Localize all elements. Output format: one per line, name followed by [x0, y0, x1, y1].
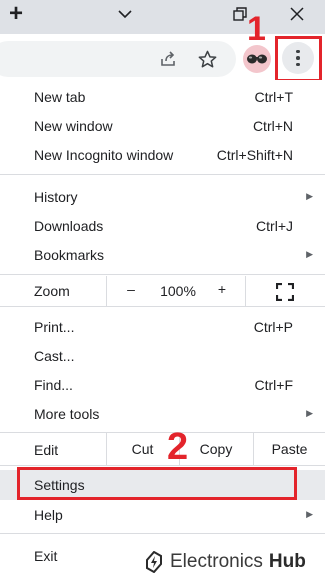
restore-icon: [233, 7, 247, 21]
share-button[interactable]: [154, 45, 182, 73]
menu-item-label: Exit: [34, 547, 58, 564]
menu-divider: [0, 533, 325, 534]
menu-item-label: New tab: [34, 88, 86, 105]
star-icon: [198, 50, 216, 67]
menu-item-label: Help: [34, 506, 63, 523]
menu-item-new-tab[interactable]: New tab Ctrl+T: [0, 82, 325, 111]
title-bar: +: [0, 0, 325, 34]
share-icon: [161, 51, 175, 66]
minimize-button[interactable]: [110, 0, 140, 28]
close-icon: [290, 7, 304, 21]
menu-item-label: Cast...: [34, 347, 75, 364]
lightning-logo-icon: [146, 551, 162, 573]
annotation-step-1: 1: [247, 10, 266, 48]
menu-item-label: Find...: [34, 376, 73, 393]
annotation-box-menu-button: [275, 36, 322, 82]
menu-item-bookmarks[interactable]: Bookmarks ▶: [0, 240, 325, 269]
watermark-text-bold: Hub: [268, 551, 306, 572]
zoom-out-button[interactable]: –: [121, 281, 141, 297]
watermark-text: Electronics: [170, 551, 263, 572]
fullscreen-icon[interactable]: [276, 283, 294, 301]
annotation-box-settings: [17, 467, 297, 500]
bookmark-button[interactable]: [193, 45, 221, 73]
menu-item-label: Bookmarks: [34, 246, 105, 263]
zoom-in-button[interactable]: +: [212, 281, 232, 297]
menu-divider: [0, 306, 325, 307]
menu-divider: [0, 465, 325, 466]
chevron-down-icon: [118, 10, 132, 19]
new-tab-button[interactable]: +: [2, 0, 30, 28]
copy-button[interactable]: Copy: [179, 433, 252, 465]
menu-item-label: Print...: [34, 318, 75, 335]
menu-item-more-tools[interactable]: More tools ▶: [0, 399, 325, 428]
menu-item-label: New window: [34, 117, 113, 134]
menu-item-label: New Incognito window: [34, 146, 174, 163]
edit-label: Edit: [34, 442, 59, 458]
menu-item-cast[interactable]: Cast...: [0, 341, 325, 370]
menu-item-label: More tools: [34, 405, 100, 422]
menu-item-new-window[interactable]: New window Ctrl+N: [0, 111, 325, 140]
paste-button[interactable]: Paste: [253, 433, 325, 465]
menu-item-shortcut: Ctrl+P: [253, 318, 293, 335]
menu-divider: [0, 274, 325, 275]
submenu-arrow-icon: ▶: [306, 408, 313, 418]
profile-avatar-button[interactable]: [243, 45, 271, 73]
menu-item-print[interactable]: Print... Ctrl+P: [0, 312, 325, 341]
menu-item-shortcut: Ctrl+N: [252, 117, 293, 134]
submenu-arrow-icon: ▶: [306, 249, 313, 259]
close-button[interactable]: [282, 0, 312, 28]
annotation-step-2: 2: [167, 426, 189, 468]
menu-item-shortcut: Ctrl+F: [254, 376, 294, 393]
menu-item-label: Downloads: [34, 217, 104, 234]
menu-divider: [0, 174, 325, 175]
menu-item-shortcut: Ctrl+T: [254, 88, 294, 105]
menu-item-find[interactable]: Find... Ctrl+F: [0, 370, 325, 399]
menu-item-label: History: [34, 188, 78, 205]
zoom-label: Zoom: [34, 283, 70, 299]
sunglasses-avatar-icon: [247, 54, 267, 64]
menu-item-downloads[interactable]: Downloads Ctrl+J: [0, 211, 325, 240]
submenu-arrow-icon: ▶: [306, 191, 313, 201]
menu-item-new-incognito-window[interactable]: New Incognito window Ctrl+Shift+N: [0, 140, 325, 169]
menu-item-shortcut: Ctrl+Shift+N: [216, 146, 293, 163]
menu-item-history[interactable]: History ▶: [0, 182, 325, 211]
watermark: Electronics Hub: [145, 548, 306, 576]
submenu-arrow-icon: ▶: [306, 509, 313, 519]
zoom-level: 100%: [160, 283, 196, 299]
menu-edit-row: Edit Cut Copy Paste: [0, 433, 325, 465]
menu-item-shortcut: Ctrl+J: [256, 217, 293, 234]
menu-zoom-row: Zoom – 100% +: [0, 276, 325, 306]
menu-item-help[interactable]: Help ▶: [0, 500, 325, 529]
